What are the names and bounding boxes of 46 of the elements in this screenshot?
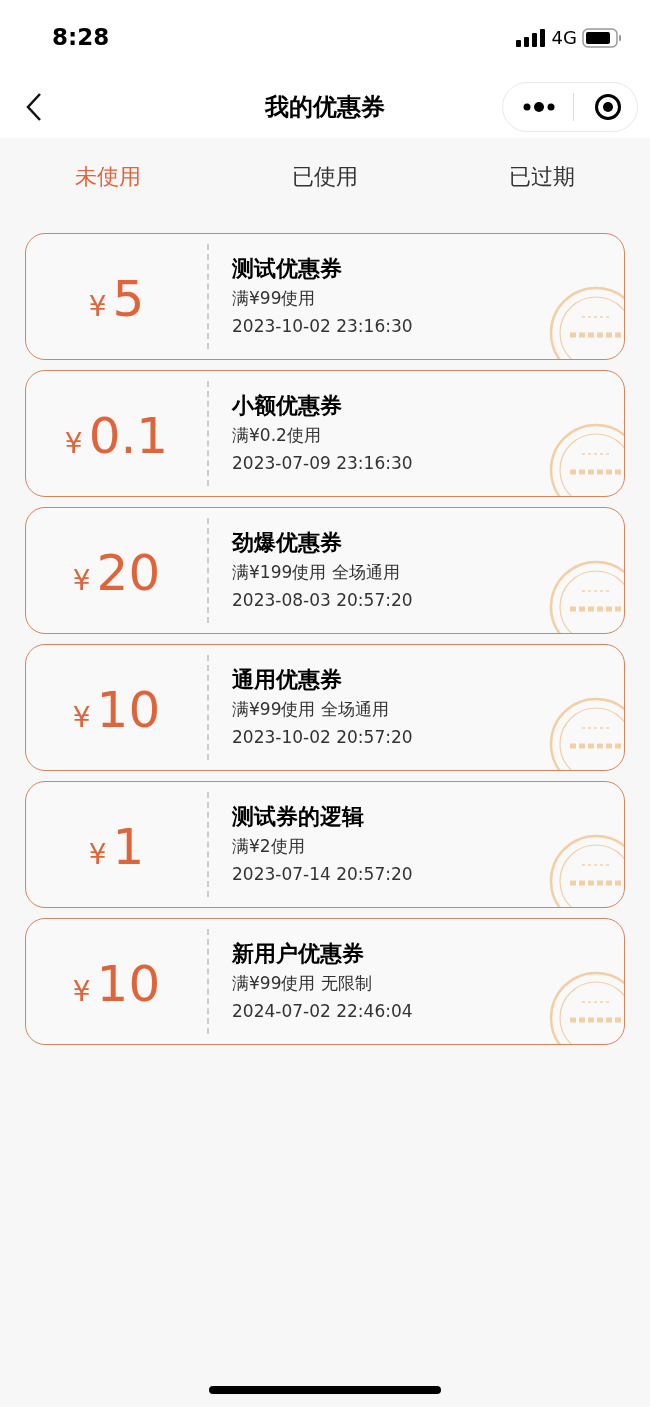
coupon-amount: 5	[112, 273, 145, 324]
coupon-condition: 满¥99使用 无限制	[232, 972, 373, 995]
tab[interactable]: 已使用	[216, 160, 434, 193]
currency-symbol: ¥	[72, 562, 91, 599]
coupon-condition: 满¥0.2使用	[232, 424, 322, 447]
currency-symbol: ¥	[88, 836, 107, 873]
coupon-card[interactable]: ¥1 测试券的逻辑 满¥2使用 2023-07-14 20:57:20	[25, 781, 625, 908]
close-icon[interactable]	[594, 92, 622, 121]
coupon-expiry: 2023-08-03 20:57:20	[232, 589, 413, 612]
coupon-condition: 满¥199使用 全场通用	[232, 561, 401, 584]
coupon-title: 测试券的逻辑	[232, 803, 365, 831]
coupon-title: 小额优惠券	[232, 392, 343, 420]
coupon-expiry: 2023-10-02 20:57:20	[232, 726, 413, 749]
coupon-amount: 10	[96, 958, 161, 1009]
coupon-amount: 10	[96, 684, 161, 735]
more-icon[interactable]	[523, 101, 555, 112]
coupon-title: 通用优惠券	[232, 666, 343, 694]
coupon-title: 劲爆优惠券	[232, 529, 343, 557]
coupon-card[interactable]: ¥5 测试优惠券 满¥99使用 2023-10-02 23:16:30	[25, 233, 625, 360]
coupon-expiry: 2023-07-09 23:16:30	[232, 452, 413, 475]
coupon-condition: 满¥99使用	[232, 287, 317, 310]
coupon-card[interactable]: ¥20 劲爆优惠券 满¥199使用 全场通用 2023-08-03 20:57:20	[25, 507, 625, 634]
back-icon[interactable]	[24, 91, 44, 122]
coupon-expiry: 2023-07-14 20:57:20	[232, 863, 413, 886]
currency-symbol: ¥	[88, 288, 107, 325]
coupon-condition: 满¥99使用 全场通用	[232, 698, 390, 721]
coupon-amount: 1	[112, 821, 145, 872]
coupon-expiry: 2023-10-02 23:16:30	[232, 315, 413, 338]
tab[interactable]: 已过期	[433, 160, 650, 193]
currency-symbol: ¥	[72, 973, 91, 1010]
coupon-condition: 满¥2使用	[232, 835, 306, 858]
coupon-title: 测试优惠券	[232, 255, 343, 283]
network-label: 4G	[551, 26, 577, 50]
coupon-title: 新用户优惠券	[232, 940, 365, 968]
coupon-amount: 0.1	[88, 410, 169, 461]
coupon-card[interactable]: ¥10 通用优惠券 满¥99使用 全场通用 2023-10-02 20:57:20	[25, 644, 625, 771]
currency-symbol: ¥	[64, 425, 83, 462]
battery-icon	[582, 27, 622, 48]
signal-icon	[515, 28, 547, 47]
coupon-card[interactable]: ¥10 新用户优惠券 满¥99使用 无限制 2024-07-02 22:46:04	[25, 918, 625, 1045]
page-title: 我的优惠券	[265, 91, 385, 123]
coupon-card[interactable]: ¥0.1 小额优惠券 满¥0.2使用 2023-07-09 23:16:30	[25, 370, 625, 497]
coupon-expiry: 2024-07-02 22:46:04	[232, 1000, 413, 1023]
status-time: 8:28	[52, 23, 110, 53]
currency-symbol: ¥	[72, 699, 91, 736]
coupon-amount: 20	[96, 547, 161, 598]
